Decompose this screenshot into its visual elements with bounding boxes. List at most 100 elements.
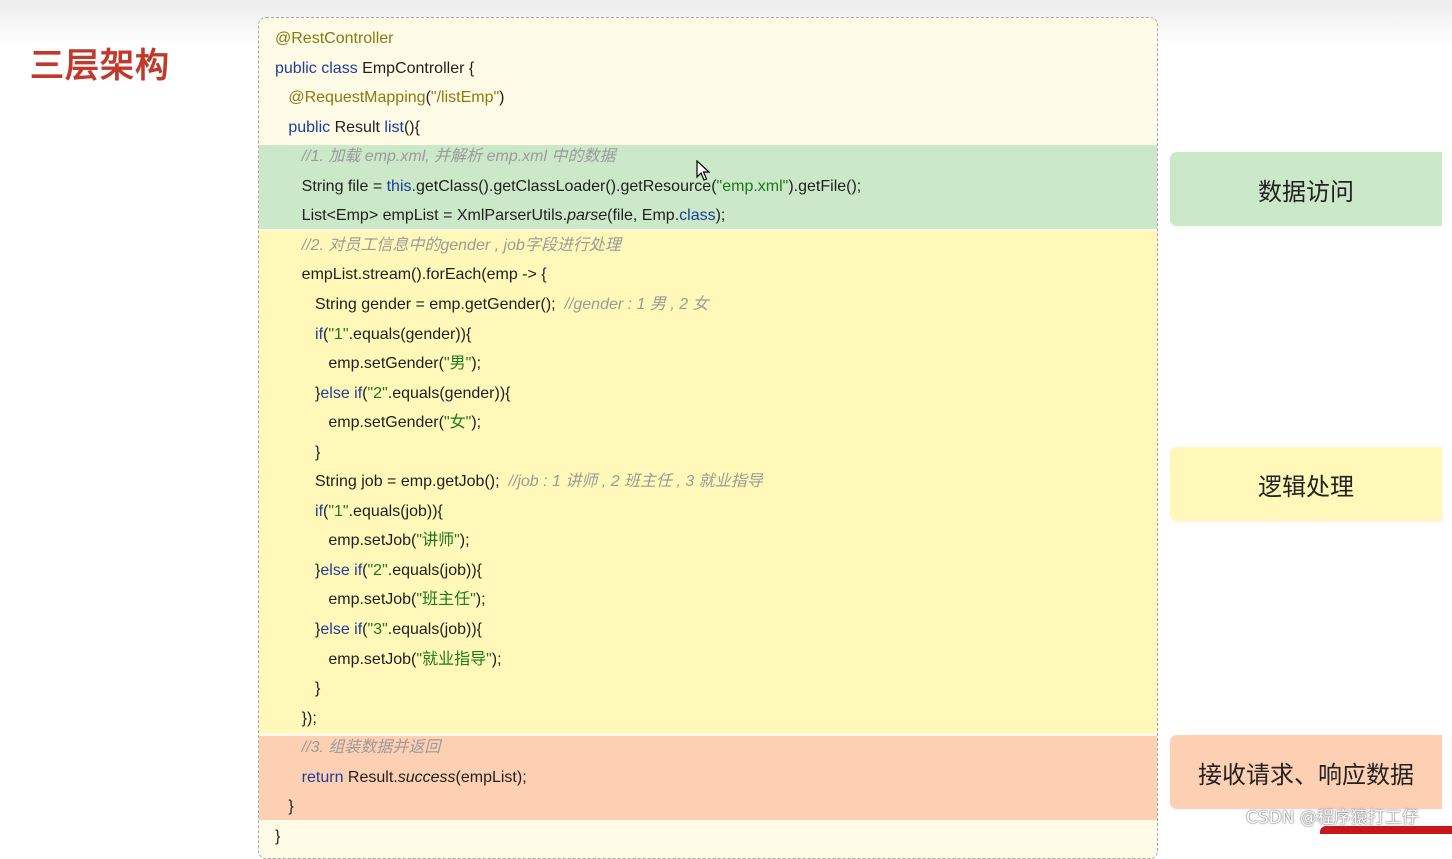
mouse-cursor-icon (696, 160, 710, 181)
code-token: empList.stream().forEach(emp -> { (275, 266, 547, 284)
code-token: emp.setJob( (275, 650, 417, 668)
code-token: return (301, 768, 348, 786)
code-token: } (275, 384, 321, 402)
code-token: else if (320, 621, 363, 638)
code-line: }else if("2".equals(gender)){ (275, 379, 511, 408)
code-token: if (315, 502, 324, 520)
code-token: list (384, 118, 404, 136)
code-token: List<Emp> empList = XmlParserUtils. (275, 207, 568, 225)
code-token: "2" (367, 561, 388, 579)
label-data-access: 数据访问 (1170, 152, 1442, 226)
code-token: success (397, 768, 456, 786)
code-token: ); (471, 355, 482, 373)
code-token: Result (334, 118, 385, 136)
code-line: }else if("2".equals(job)){ (275, 556, 482, 585)
code-token: .getClass().getClassLoader().getResource… (411, 177, 717, 195)
code-token: ).getFile(); (788, 177, 862, 195)
code-line: emp.setJob("讲师"); (275, 526, 470, 555)
code-line: public Result list(){ (275, 113, 420, 142)
code-line: }else if("3".equals(job)){ (275, 615, 482, 644)
code-token: ); (475, 591, 486, 609)
code-token: .equals(job)){ (387, 561, 483, 579)
code-token: if (315, 325, 324, 343)
code-token: } (275, 798, 294, 816)
code-token: "1" (328, 502, 349, 520)
code-line: emp.setJob("班主任"); (275, 585, 486, 614)
code-token: class (679, 207, 716, 225)
code-line: public class EmpController { (275, 54, 474, 83)
code-token: (file, Emp. (607, 207, 680, 225)
code-line: return Result.success(empList); (275, 763, 527, 792)
code-token: .equals(job)){ (348, 502, 443, 520)
code-token: (empList); (455, 768, 527, 786)
code-token: .equals(gender)){ (348, 325, 472, 343)
code-token: "emp.xml" (716, 177, 789, 195)
code-line: @RequestMapping("/listEmp") (275, 83, 504, 112)
code-token: "男" (443, 355, 472, 373)
code-line: if("1".equals(gender)){ (275, 320, 471, 349)
code-token: ); (459, 532, 470, 550)
code-token: "讲师" (416, 532, 460, 550)
code-token: public class (275, 59, 363, 77)
code-line: emp.setJob("就业指导"); (275, 645, 501, 674)
code-token: //1. 加载 emp.xml, 并解析 emp.xml 中的数据 (301, 148, 616, 166)
code-line: String job = emp.getJob(); //job : 1 讲师 … (275, 467, 763, 496)
code-token: emp.setJob( (275, 591, 417, 609)
code-line: } (275, 438, 320, 467)
code-token: //job : 1 讲师 , 2 班主任 , 3 就业指导 (508, 473, 763, 491)
code-token: } (275, 680, 321, 698)
code-line: } (275, 674, 320, 703)
code-line: //3. 组装数据并返回 (275, 733, 441, 762)
code-token: } (275, 443, 321, 461)
code-token: String file = (275, 177, 387, 195)
code-token: emp.setJob( (275, 532, 417, 550)
code-token: this (386, 177, 412, 195)
code-token: } (275, 827, 281, 845)
code-token: //2. 对员工信息中的gender , job字段进行处理 (301, 236, 621, 254)
code-line: //1. 加载 emp.xml, 并解析 emp.xml 中的数据 (275, 142, 616, 171)
code-line: String gender = emp.getGender(); //gende… (275, 290, 709, 319)
corner-mark (1320, 826, 1452, 834)
code-line: empList.stream().forEach(emp -> { (275, 260, 547, 289)
code-token: "3" (367, 621, 388, 638)
code-token: "女" (443, 414, 472, 432)
code-line: if("1".equals(job)){ (275, 497, 443, 526)
code-line: } (275, 822, 280, 851)
code-token: parse (567, 207, 608, 225)
code-line: //2. 对员工信息中的gender , job字段进行处理 (275, 231, 621, 260)
code-token: } (275, 621, 321, 638)
code-token: String gender = emp.getGender(); (275, 295, 565, 313)
code-token: "2" (367, 384, 388, 402)
code-token: emp.setGender( (275, 414, 444, 432)
code-token: "1" (328, 325, 349, 343)
code-token: public (288, 118, 335, 136)
code-token: emp.setGender( (275, 355, 444, 373)
code-line: @RestController (275, 24, 394, 53)
code-token: else if (320, 561, 363, 579)
code-token: Result. (347, 768, 398, 786)
label-response: 接收请求、响应数据 (1170, 735, 1442, 809)
code-token: "班主任" (416, 591, 476, 609)
code-token: @RestController (275, 30, 394, 47)
code-token: } (275, 561, 321, 579)
label-logic: 逻辑处理 (1170, 447, 1442, 521)
code-panel: @RestController public class EmpControlle… (258, 17, 1158, 859)
code-token: (){ (403, 118, 420, 136)
code-token: "就业指导" (416, 650, 492, 668)
code-line: emp.setGender("男"); (275, 349, 481, 378)
code-line: } (275, 792, 294, 821)
code-token: else if (320, 384, 363, 402)
code-token: "/listEmp" (430, 89, 500, 107)
code-line: List<Emp> empList = XmlParserUtils.parse… (275, 201, 726, 230)
code-token: String job = emp.getJob(); (275, 473, 509, 491)
code-token: ); (715, 207, 726, 225)
code-token: //3. 组装数据并返回 (301, 739, 441, 757)
